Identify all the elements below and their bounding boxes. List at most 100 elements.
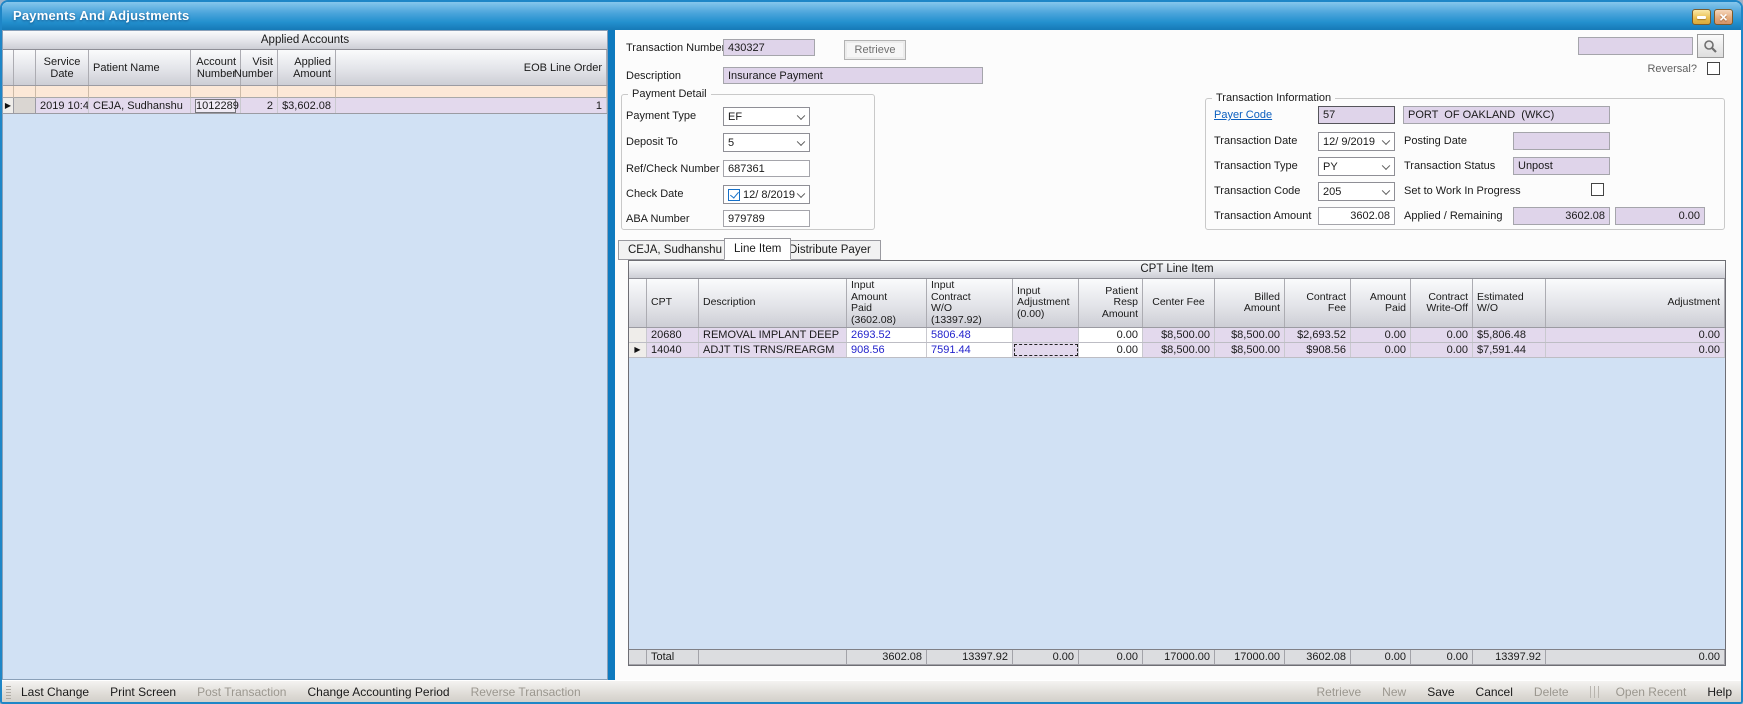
cpt-code-cell[interactable]: 14040 — [647, 343, 699, 357]
patient-resp-cell[interactable]: 0.00 — [1079, 328, 1143, 342]
tab-patient[interactable]: CEJA, Sudhanshu — [618, 240, 732, 260]
applied-account-row[interactable]: ▶ 2019 10:45:00 CEJA, Sudhanshu 1012289 … — [3, 98, 607, 114]
col-patient-resp[interactable]: Patient Resp Amount — [1079, 279, 1143, 327]
check-date-picker[interactable]: 12/ 8/2019 — [723, 185, 810, 204]
amount-paid-cell[interactable]: 0.00 — [1351, 343, 1411, 357]
retrieve-button[interactable]: Retrieve — [844, 40, 906, 60]
description-field[interactable]: Insurance Payment — [723, 67, 983, 84]
input-amount-paid-cell[interactable]: 2693.52 — [847, 328, 927, 342]
wip-checkbox[interactable] — [1591, 183, 1604, 196]
transaction-number-field[interactable]: 430327 — [723, 39, 815, 56]
eob-line-order-cell[interactable]: 1 — [336, 98, 607, 113]
minimize-button[interactable] — [1692, 9, 1711, 25]
cancel-button[interactable]: Cancel — [1476, 685, 1513, 699]
cpt-code-cell[interactable]: 20680 — [647, 328, 699, 342]
filter-cell[interactable] — [14, 86, 36, 98]
filter-cell[interactable] — [278, 86, 336, 98]
col-cpt[interactable]: CPT — [647, 279, 699, 327]
last-change-button[interactable]: Last Change — [21, 685, 89, 699]
description-cell[interactable]: ADJT TIS TRNS/REARGM — [699, 343, 847, 357]
center-fee-cell[interactable]: $8,500.00 — [1143, 328, 1215, 342]
col-service-date[interactable]: Service Date — [36, 50, 89, 85]
col-description[interactable]: Description — [699, 279, 847, 327]
adjustment-cell[interactable]: 0.00 — [1546, 343, 1725, 357]
contract-fee-cell[interactable]: $908.56 — [1285, 343, 1351, 357]
tab-distribute-payer[interactable]: Distribute Payer — [779, 240, 881, 260]
amount-paid-cell[interactable]: 0.00 — [1351, 328, 1411, 342]
filter-cell[interactable] — [191, 86, 241, 98]
filter-cell[interactable] — [89, 86, 191, 98]
close-button[interactable]: × — [1714, 9, 1733, 25]
tab-line-item[interactable]: Line Item — [724, 238, 791, 260]
filter-cell[interactable] — [36, 86, 89, 98]
account-number-cell[interactable]: 1012289 — [191, 98, 241, 113]
cpt-row[interactable]: 20680 REMOVAL IMPLANT DEEP 2693.52 5806.… — [629, 328, 1725, 343]
input-contract-wo-cell[interactable]: 5806.48 — [927, 328, 1013, 342]
transaction-code-select[interactable]: 205 — [1318, 182, 1395, 201]
cpt-row-selected[interactable]: ▶ 14040 ADJT TIS TRNS/REARGM 908.56 7591… — [629, 343, 1725, 358]
aba-number-field[interactable]: 979789 — [723, 210, 810, 227]
account-number-value[interactable]: 1012289 — [195, 99, 236, 113]
remaining-field: 0.00 — [1615, 207, 1705, 225]
col-applied-amount[interactable]: Applied Amount — [278, 50, 336, 85]
col-input-amount-paid[interactable]: Input Amount Paid (3602.08) — [847, 279, 927, 327]
transaction-information-title: Transaction Information — [1212, 92, 1335, 104]
col-contract-writeoff[interactable]: Contract Write-Off — [1411, 279, 1473, 327]
billed-amount-cell[interactable]: $8,500.00 — [1215, 328, 1285, 342]
col-billed-amount[interactable]: Billed Amount — [1215, 279, 1285, 327]
change-accounting-period-button[interactable]: Change Accounting Period — [307, 685, 449, 699]
input-contract-wo-cell[interactable]: 7591.44 — [927, 343, 1013, 357]
transaction-type-select[interactable]: PY — [1318, 157, 1395, 176]
deposit-to-select[interactable]: 5 — [723, 133, 810, 152]
description-cell[interactable]: REMOVAL IMPLANT DEEP — [699, 328, 847, 342]
check-date-checkbox-checked-icon[interactable] — [728, 189, 740, 201]
col-input-contract-wo[interactable]: Input Contract W/O (13397.92) — [927, 279, 1013, 327]
print-screen-button[interactable]: Print Screen — [110, 685, 176, 699]
col-adjustment[interactable]: Adjustment — [1546, 279, 1725, 327]
search-button[interactable] — [1697, 34, 1724, 58]
search-input[interactable] — [1578, 37, 1693, 55]
payer-code-field[interactable]: 57 — [1318, 106, 1395, 124]
contract-writeoff-cell[interactable]: 0.00 — [1411, 328, 1473, 342]
cpt-row-selector-cell[interactable] — [629, 328, 647, 342]
titlebar[interactable]: Payments And Adjustments × — [2, 2, 1741, 30]
col-estimated-wo[interactable]: Estimated W/O — [1473, 279, 1546, 327]
visit-number-cell[interactable]: 2 — [241, 98, 278, 113]
contract-writeoff-cell[interactable]: 0.00 — [1411, 343, 1473, 357]
col-center-fee[interactable]: Center Fee — [1143, 279, 1215, 327]
estimated-wo-cell[interactable]: $7,591.44 — [1473, 343, 1546, 357]
filter-cell[interactable] — [3, 86, 14, 98]
ref-check-field[interactable]: 687361 — [723, 160, 810, 177]
center-fee-cell[interactable]: $8,500.00 — [1143, 343, 1215, 357]
billed-amount-cell[interactable]: $8,500.00 — [1215, 343, 1285, 357]
col-visit-number[interactable]: Visit Number — [241, 50, 278, 85]
payment-type-value: EF — [728, 111, 742, 123]
filter-cell[interactable] — [336, 86, 607, 98]
adjustment-cell[interactable]: 0.00 — [1546, 328, 1725, 342]
payer-code-link[interactable]: Payer Code — [1214, 109, 1272, 121]
row-selector-cell[interactable]: ▶ — [3, 98, 14, 113]
help-button[interactable]: Help — [1707, 685, 1732, 699]
input-amount-paid-cell[interactable]: 908.56 — [847, 343, 927, 357]
contract-fee-cell[interactable]: $2,693.52 — [1285, 328, 1351, 342]
service-date-cell[interactable]: 2019 10:45:00 — [36, 98, 89, 113]
col-contract-fee[interactable]: Contract Fee — [1285, 279, 1351, 327]
estimated-wo-cell[interactable]: $5,806.48 — [1473, 328, 1546, 342]
cpt-row-selector-cell[interactable]: ▶ — [629, 343, 647, 357]
save-button[interactable]: Save — [1427, 685, 1454, 699]
patient-resp-cell[interactable]: 0.00 — [1079, 343, 1143, 357]
filter-cell[interactable] — [241, 86, 278, 98]
col-eob-line-order[interactable]: EOB Line Order — [336, 50, 607, 85]
panel-splitter[interactable] — [608, 30, 615, 680]
col-input-adjustment[interactable]: Input Adjustment (0.00) — [1013, 279, 1079, 327]
reversal-checkbox[interactable] — [1707, 62, 1720, 75]
col-amount-paid[interactable]: Amount Paid — [1351, 279, 1411, 327]
transaction-date-picker[interactable]: 12/ 9/2019 — [1318, 132, 1395, 151]
applied-amount-cell[interactable]: $3,602.08 — [278, 98, 336, 113]
input-adjustment-cell-focused[interactable] — [1013, 343, 1079, 357]
col-patient-name[interactable]: Patient Name — [89, 50, 191, 85]
payment-type-select[interactable]: EF — [723, 107, 810, 126]
patient-name-cell[interactable]: CEJA, Sudhanshu — [89, 98, 191, 113]
input-adjustment-cell[interactable] — [1013, 328, 1079, 342]
transaction-amount-field[interactable]: 3602.08 — [1318, 207, 1395, 225]
